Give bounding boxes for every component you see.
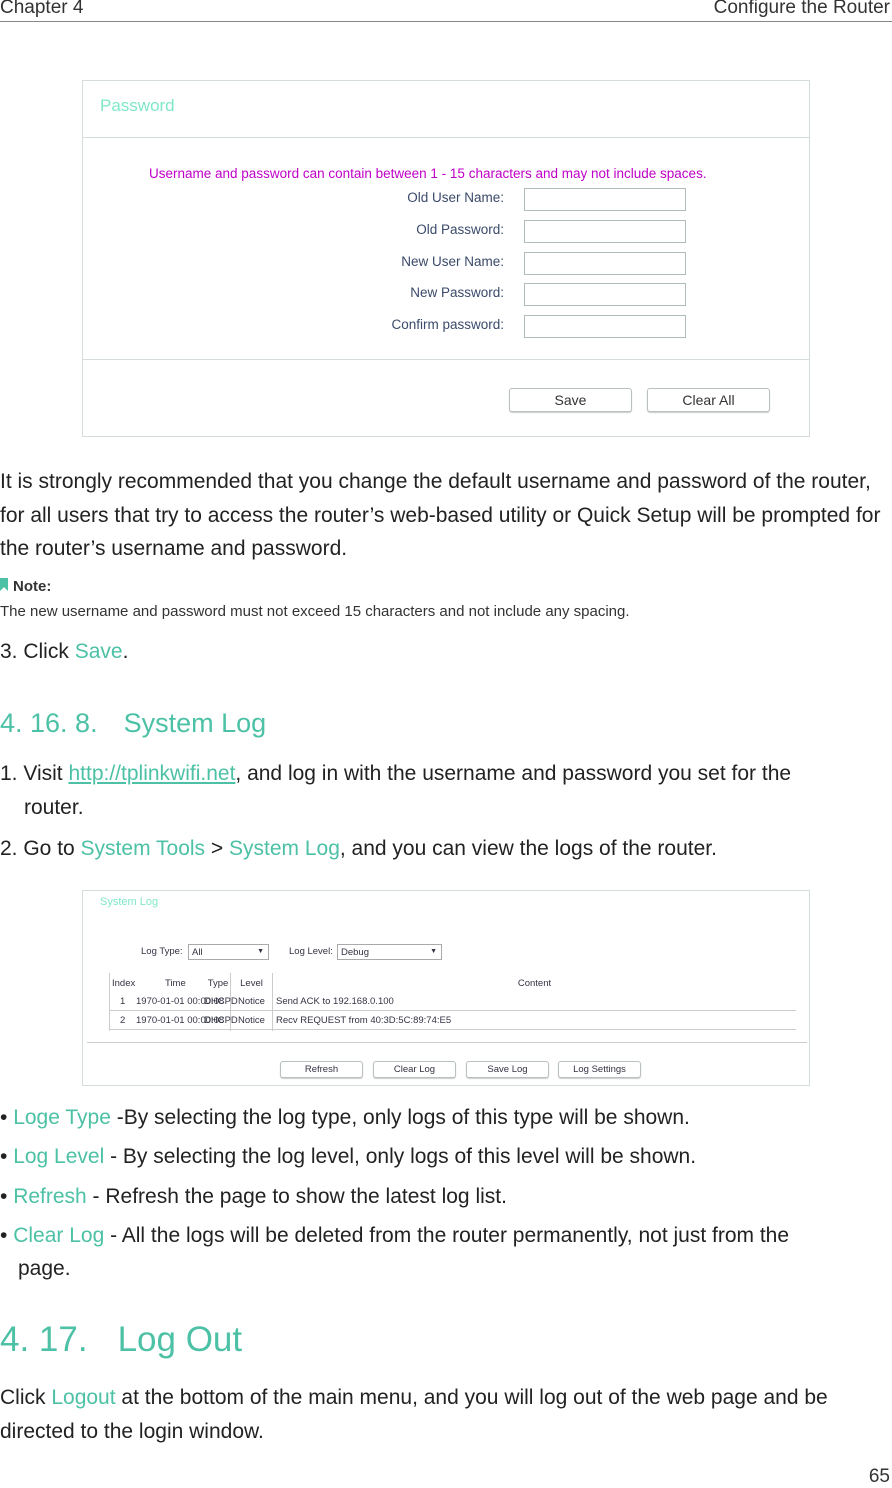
bullet-term: Refresh: [13, 1185, 87, 1208]
bullet-log-level: • Log Level - By selecting the log level…: [0, 1145, 697, 1168]
system-tools-link: System Tools: [80, 837, 206, 860]
col-time: Time: [165, 978, 186, 989]
step-text: router.: [24, 795, 84, 819]
dropdown-arrow-icon: ▼: [257, 948, 264, 955]
save-link: Save: [74, 640, 123, 663]
log-type-value: All: [192, 947, 203, 958]
section-heading-system-log: 4. 16. 8. System Log: [0, 708, 266, 739]
section-number: 4. 16. 8.: [0, 708, 98, 738]
logout-paragraph: Click Logout at the bottom of the main m…: [0, 1381, 892, 1448]
system-log-link: System Log: [228, 837, 340, 860]
log-type-select[interactable]: All ▼: [188, 944, 269, 960]
system-log-panel: System Log Log Type: All ▼ Log Level: Deb…: [82, 890, 810, 1086]
log-level-select[interactable]: Debug ▼: [337, 944, 442, 960]
log-level-label: Log Level:: [289, 946, 333, 957]
password-panel: Password Username and password can conta…: [82, 80, 810, 437]
section-label: Configure the Router: [713, 0, 890, 18]
confirm-password-label: Confirm password:: [391, 317, 504, 332]
header-divider: [0, 21, 892, 22]
old-password-label: Old Password:: [416, 222, 504, 237]
step-text: .: [122, 640, 129, 663]
step-3: 3. Click Save.: [0, 635, 892, 669]
bullet-text: page.: [18, 1257, 71, 1280]
system-log-title: System Log: [100, 896, 159, 908]
dropdown-arrow-icon: ▼: [430, 948, 437, 955]
bullet-clear-log: • Clear Log - All the logs will be delet…: [0, 1224, 790, 1280]
section-title: Log Out: [117, 1320, 243, 1359]
recommendation-paragraph: It is strongly recommended that you chan…: [0, 470, 881, 560]
bullet-term: Log Level: [13, 1145, 105, 1168]
chapter-label: Chapter 4: [0, 0, 84, 18]
refresh-button[interactable]: Refresh: [280, 1061, 363, 1078]
log-table: Index Time Type Level Content 1 1970-01-…: [109, 973, 796, 1031]
password-panel-title: Password: [100, 96, 175, 115]
step-text: 2. Go to: [0, 837, 81, 860]
new-username-input[interactable]: [524, 252, 686, 275]
save-button[interactable]: Save: [509, 388, 632, 412]
clear-all-button[interactable]: Clear All: [647, 388, 770, 412]
old-username-label: Old User Name:: [407, 190, 504, 205]
col-level: Level: [240, 978, 263, 989]
log-level-value: Debug: [341, 947, 369, 958]
step-text: , and you can view the logs of the route…: [339, 837, 717, 860]
cell-content: Send ACK to 192.168.0.100: [276, 996, 394, 1007]
old-password-input[interactable]: [524, 220, 686, 243]
section-number: 4. 17.: [0, 1320, 88, 1359]
clear-log-button[interactable]: Clear Log: [373, 1061, 456, 1078]
log-settings-button[interactable]: Log Settings: [558, 1061, 641, 1078]
log-type-label: Log Type:: [141, 946, 183, 957]
new-password-label: New Password:: [410, 285, 504, 300]
cell-index: 2: [120, 1015, 126, 1026]
bullet-term: Clear Log: [13, 1224, 105, 1247]
bullet-refresh: • Refresh - Refresh the page to show the…: [0, 1185, 507, 1208]
step-2: 2. Go to System Tools > System Log, and …: [0, 832, 892, 866]
col-type: Type: [207, 978, 229, 989]
divider: [87, 1042, 807, 1043]
step-1: 1. Visit http://tplinkwifi.net, and log …: [0, 757, 892, 824]
cell-level: Notice: [238, 996, 265, 1007]
bullet-text: - All the logs will be deleted from the …: [104, 1224, 790, 1247]
col-content: Content: [517, 978, 552, 989]
bullet-text: - By selecting the log level, only logs …: [104, 1145, 697, 1168]
para-text: Click: [0, 1386, 52, 1409]
bookmark-icon: [0, 578, 8, 591]
divider: [83, 137, 809, 138]
section-title: System Log: [123, 708, 267, 738]
bullet-term: Loge Type: [13, 1106, 111, 1129]
note-label: Note:: [13, 578, 52, 595]
note-text: The new username and password must not e…: [0, 603, 630, 620]
note-heading: Note:: [0, 578, 51, 595]
old-username-input[interactable]: [524, 188, 686, 211]
save-log-button[interactable]: Save Log: [466, 1061, 549, 1078]
confirm-password-input[interactable]: [524, 315, 686, 338]
bullet-text: - Refresh the page to show the latest lo…: [86, 1185, 507, 1208]
step-text: , and log in with the username and passw…: [235, 762, 792, 785]
new-username-label: New User Name:: [401, 254, 504, 269]
cell-level: Notice: [238, 1015, 265, 1026]
para-text: at the bottom of the main menu, and you …: [0, 1386, 828, 1443]
section-heading-log-out: 4. 17. Log Out: [0, 1320, 242, 1360]
bullet-log-type: • Loge Type -By selecting the log type, …: [0, 1106, 690, 1129]
password-hint: Username and password can contain betwee…: [149, 166, 707, 181]
step-text: 1. Visit: [0, 762, 69, 785]
bullet-text: -By selecting the log type, only logs of…: [110, 1106, 690, 1129]
tplinkwifi-link[interactable]: http://tplinkwifi.net: [68, 762, 235, 785]
cell-index: 1: [120, 996, 126, 1007]
col-index: Index: [112, 978, 136, 989]
logout-link: Logout: [51, 1386, 116, 1409]
cell-content: Recv REQUEST from 40:3D:5C:89:74:E5: [276, 1015, 452, 1026]
separator: >: [205, 837, 229, 860]
new-password-input[interactable]: [524, 283, 686, 306]
step-text: 3. Click: [0, 640, 75, 663]
divider: [83, 359, 809, 360]
